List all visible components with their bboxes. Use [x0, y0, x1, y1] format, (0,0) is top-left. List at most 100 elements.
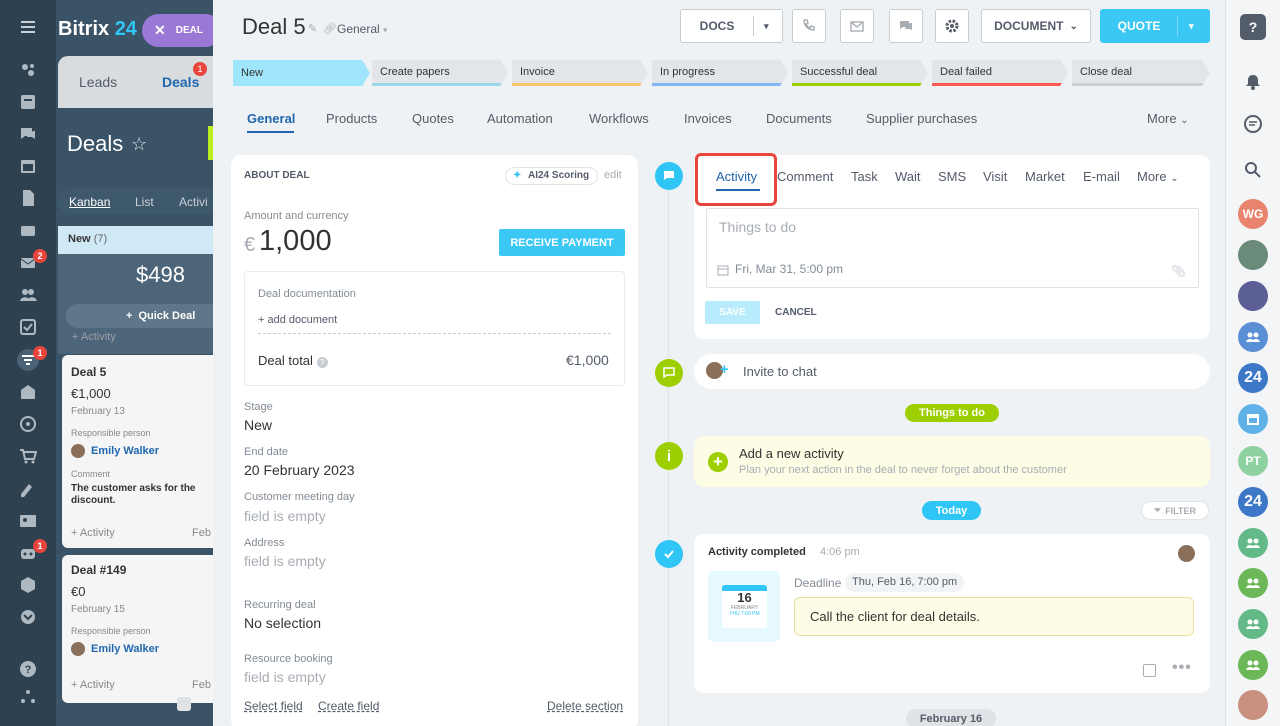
stage-invoice[interactable]: Invoice: [512, 60, 648, 86]
activity-date[interactable]: Fri, Mar 31, 5:00 pm: [735, 262, 843, 276]
cancel-button[interactable]: CANCEL: [775, 307, 817, 318]
card-add-activity[interactable]: + Activity: [71, 679, 115, 691]
bell-icon[interactable]: [1244, 73, 1262, 91]
tab-automation[interactable]: Automation: [487, 111, 553, 126]
stage-create-papers[interactable]: Create papers: [372, 60, 508, 86]
avatar[interactable]: [1238, 690, 1268, 720]
link-icon[interactable]: 🔗︎: [323, 22, 337, 35]
tab-documents[interactable]: Documents: [766, 111, 832, 126]
tab-general[interactable]: General: [247, 111, 295, 126]
chat-button[interactable]: [889, 9, 923, 43]
edit-link[interactable]: edit: [604, 169, 622, 181]
tab-invoices[interactable]: Invoices: [684, 111, 732, 126]
more-down-icon[interactable]: [17, 606, 39, 628]
quick-deal-button[interactable]: + Quick Deal: [66, 304, 213, 328]
pipeline-selector[interactable]: General ▾: [337, 22, 388, 36]
select-field-link[interactable]: Select field: [244, 699, 303, 713]
pencil-icon[interactable]: ✎: [308, 22, 317, 35]
phone-button[interactable]: [792, 9, 826, 43]
chevron-down-icon[interactable]: ▾: [1189, 21, 1194, 32]
plus-icon[interactable]: +: [720, 361, 729, 378]
email-button[interactable]: [840, 9, 874, 43]
target-icon[interactable]: [17, 413, 39, 435]
chat-bubble-icon[interactable]: [1243, 114, 1263, 134]
delete-section-link[interactable]: Delete section: [547, 699, 623, 713]
chevron-down-icon[interactable]: ▾: [764, 21, 769, 32]
view-list[interactable]: List: [135, 195, 154, 209]
bitrix24-icon[interactable]: 24: [1238, 487, 1268, 517]
card-person[interactable]: Emily Walker: [91, 445, 159, 457]
ai-scoring-button[interactable]: ✦ AI24 Scoring: [505, 167, 599, 185]
stage-close-deal[interactable]: Close deal: [1072, 60, 1210, 86]
employees-icon[interactable]: [17, 284, 39, 306]
feed-icon[interactable]: [17, 59, 39, 81]
tab-task[interactable]: Task: [851, 169, 878, 184]
avatar[interactable]: PT: [1238, 446, 1268, 476]
tab-market[interactable]: Market: [1025, 169, 1065, 184]
company-icon[interactable]: [17, 381, 39, 403]
tab-email[interactable]: E-mail: [1083, 169, 1120, 184]
avatar[interactable]: WG: [1238, 199, 1268, 229]
add-activity-title[interactable]: Add a new activity: [739, 446, 844, 461]
tab-leads[interactable]: Leads: [79, 74, 117, 90]
contact-card-icon[interactable]: [17, 510, 39, 532]
structure-icon[interactable]: [17, 686, 39, 708]
tab-sms[interactable]: SMS: [938, 169, 966, 184]
receive-payment-button[interactable]: RECEIVE PAYMENT: [499, 229, 625, 256]
avatar[interactable]: [1238, 281, 1268, 311]
tab-quotes[interactable]: Quotes: [412, 111, 454, 126]
card-person[interactable]: Emily Walker: [91, 643, 159, 655]
tab-supplier-purchases[interactable]: Supplier purchases: [866, 111, 977, 126]
tab-more[interactable]: More ⌄: [1147, 111, 1189, 126]
group-chat-icon[interactable]: [1238, 609, 1268, 639]
group-chat-icon[interactable]: [1238, 650, 1268, 680]
group-chat-icon[interactable]: [1238, 322, 1268, 352]
documents-icon[interactable]: [17, 187, 39, 209]
tasks-icon[interactable]: [17, 91, 39, 113]
add-activity-card[interactable]: [694, 436, 1210, 487]
deadline-value[interactable]: Thu, Feb 16, 7:00 pm: [845, 573, 965, 592]
stage-in-progress[interactable]: In progress: [652, 60, 788, 86]
add-activity-plus-icon[interactable]: +: [708, 452, 728, 472]
help-icon[interactable]: ?: [1240, 14, 1266, 40]
tab-more-timeline[interactable]: More ⌄: [1137, 169, 1179, 184]
view-kanban[interactable]: Kanban: [69, 195, 110, 209]
box-icon[interactable]: [17, 574, 39, 596]
avatar[interactable]: [1238, 240, 1268, 270]
bitrix24-icon[interactable]: 24: [1238, 363, 1268, 393]
tab-wait[interactable]: Wait: [895, 169, 921, 184]
card-title[interactable]: Deal 5: [71, 365, 106, 379]
invite-chat-label[interactable]: Invite to chat: [743, 364, 817, 379]
tab-deals[interactable]: Deals: [162, 74, 199, 90]
stage-failed[interactable]: Deal failed: [932, 60, 1068, 86]
tab-workflows[interactable]: Workflows: [589, 111, 649, 126]
note-icon[interactable]: [1143, 664, 1156, 677]
bitrix-logo[interactable]: Bitrix 24: [58, 18, 137, 41]
close-icon[interactable]: ✕: [154, 22, 166, 39]
view-activities[interactable]: Activi: [179, 195, 208, 209]
help-icon[interactable]: ?: [17, 658, 39, 680]
attach-icon[interactable]: 📎︎: [1171, 264, 1186, 278]
calendar-chat-icon[interactable]: [1238, 404, 1268, 434]
menu-icon[interactable]: [17, 16, 39, 38]
help-icon[interactable]: ?: [316, 357, 328, 368]
card-add-activity[interactable]: + Activity: [71, 527, 115, 539]
calendar-icon[interactable]: [17, 155, 39, 177]
deal-chip[interactable]: ✕ DEAL: [142, 14, 222, 47]
create-field-link[interactable]: Create field: [318, 699, 379, 713]
save-button[interactable]: SAVE: [705, 301, 760, 324]
group-chat-icon[interactable]: [1238, 528, 1268, 558]
more-options-icon[interactable]: •••: [1172, 659, 1192, 677]
cart-icon[interactable]: [17, 445, 39, 467]
document-button[interactable]: DOCUMENT ⌄: [981, 9, 1091, 43]
drive-icon[interactable]: [17, 219, 39, 241]
chat-icon[interactable]: [17, 123, 39, 145]
docs-button[interactable]: DOCS ▾: [680, 9, 783, 43]
star-icon[interactable]: ☆: [131, 134, 147, 155]
tab-comment[interactable]: Comment: [777, 169, 833, 184]
sign-icon[interactable]: [17, 478, 39, 500]
stage-successful[interactable]: Successful deal: [792, 60, 928, 86]
group-chat-icon[interactable]: [1238, 568, 1268, 598]
tab-products[interactable]: Products: [326, 111, 377, 126]
search-icon[interactable]: [1244, 161, 1262, 179]
